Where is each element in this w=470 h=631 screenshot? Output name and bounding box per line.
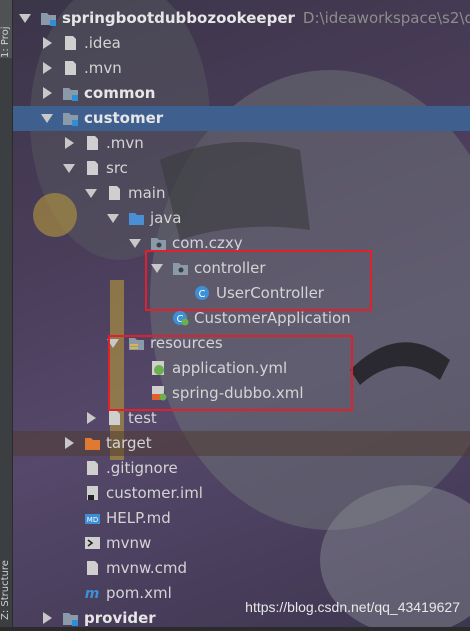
tree-item[interactable]: .gitignore — [12, 456, 470, 481]
tree-item[interactable]: src — [12, 156, 470, 181]
svg-text:MD: MD — [87, 516, 98, 524]
file-icon — [84, 560, 101, 576]
tree-item-label: mvnw.cmd — [106, 559, 188, 577]
tree-item-label: pom.xml — [106, 584, 172, 602]
folder-icon — [84, 160, 101, 176]
tree-item[interactable]: customer — [12, 106, 470, 131]
spring-class-icon: C — [172, 310, 189, 326]
tool-window-strip: 1: Proj Z: Structure — [0, 0, 13, 627]
watermark-text: https://blog.csdn.net/qq_43419627 — [245, 599, 460, 615]
tree-item[interactable]: java — [12, 206, 470, 231]
tree-item-label: CustomerApplication — [194, 309, 351, 327]
tree-item[interactable]: .mvn — [12, 131, 470, 156]
tree-item-label: customer — [84, 109, 164, 127]
tree-item[interactable]: main — [12, 181, 470, 206]
svg-text:m: m — [85, 586, 100, 601]
expand-arrow-right-icon[interactable] — [87, 412, 96, 424]
folder-icon — [62, 60, 79, 76]
folder-icon — [84, 135, 101, 151]
expand-arrow-down-icon[interactable] — [19, 14, 31, 23]
tree-item-label: HELP.md — [106, 509, 171, 527]
module-folder-icon — [62, 85, 79, 101]
tree-item-label: .idea — [84, 34, 121, 52]
terminal-file-icon — [84, 535, 101, 551]
excluded-folder-icon — [84, 435, 101, 451]
module-folder-icon — [62, 610, 79, 626]
project-path: D:\ideaworkspace\s2\dub — [302, 9, 470, 27]
tree-item[interactable]: common — [12, 81, 470, 106]
tree-item[interactable]: springbootdubbozookeeper D:\ideaworkspace… — [12, 6, 470, 31]
folder-icon — [62, 35, 79, 51]
tree-item-label: .mvn — [84, 59, 122, 77]
maven-icon: m — [84, 585, 101, 602]
tree-item-label: mvnw — [106, 534, 152, 552]
tree-item-label: .gitignore — [106, 459, 178, 477]
expand-arrow-down-icon[interactable] — [41, 114, 53, 123]
expand-arrow-down-icon[interactable] — [107, 214, 119, 223]
folder-icon — [106, 185, 123, 201]
expand-arrow-down-icon[interactable] — [129, 239, 141, 248]
expand-arrow-right-icon[interactable] — [43, 612, 52, 624]
tree-item-label: customer.iml — [106, 484, 203, 502]
tree-item[interactable]: target — [12, 431, 470, 456]
expand-arrow-right-icon[interactable] — [43, 87, 52, 99]
structure-tool-tab[interactable]: Z: Structure — [0, 540, 12, 620]
tree-item[interactable]: mvnw.cmd — [12, 556, 470, 581]
expand-arrow-down-icon[interactable] — [63, 164, 75, 173]
tree-item[interactable]: MD HELP.md — [12, 506, 470, 531]
tree-item-label: target — [106, 434, 152, 452]
tree-item-label: common — [84, 84, 156, 102]
folder-icon — [106, 410, 123, 426]
package-icon — [150, 235, 167, 251]
tree-item-label: java — [150, 209, 182, 227]
expand-arrow-right-icon[interactable] — [43, 37, 52, 49]
highlight-box-resources — [108, 335, 353, 411]
expand-arrow-right-icon[interactable] — [65, 137, 74, 149]
tree-item-label: main — [128, 184, 166, 202]
highlight-box-controller — [145, 250, 372, 311]
module-folder-icon — [62, 110, 79, 126]
tree-item[interactable]: .mvn — [12, 56, 470, 81]
expand-arrow-right-icon[interactable] — [65, 437, 74, 449]
tree-item-label: provider — [84, 609, 156, 627]
tree-item[interactable]: customer.iml — [12, 481, 470, 506]
expand-arrow-right-icon[interactable] — [43, 62, 52, 74]
markdown-icon: MD — [84, 510, 101, 526]
tree-item-label: springbootdubbozookeeper D:\ideaworkspace… — [62, 9, 470, 28]
expand-arrow-down-icon[interactable] — [85, 189, 97, 198]
iml-file-icon — [84, 485, 101, 501]
tree-item-label: src — [106, 159, 128, 177]
file-icon — [84, 460, 101, 476]
tree-item-label: .mvn — [106, 134, 144, 152]
tree-item-label: test — [128, 409, 157, 427]
project-tree: springbootdubbozookeeper D:\ideaworkspace… — [12, 0, 470, 627]
tree-item[interactable]: mvnw — [12, 531, 470, 556]
source-folder-icon — [128, 210, 145, 226]
tree-item[interactable]: .idea — [12, 31, 470, 56]
project-tool-tab[interactable]: 1: Proj — [0, 0, 12, 58]
module-folder-icon — [40, 10, 57, 26]
